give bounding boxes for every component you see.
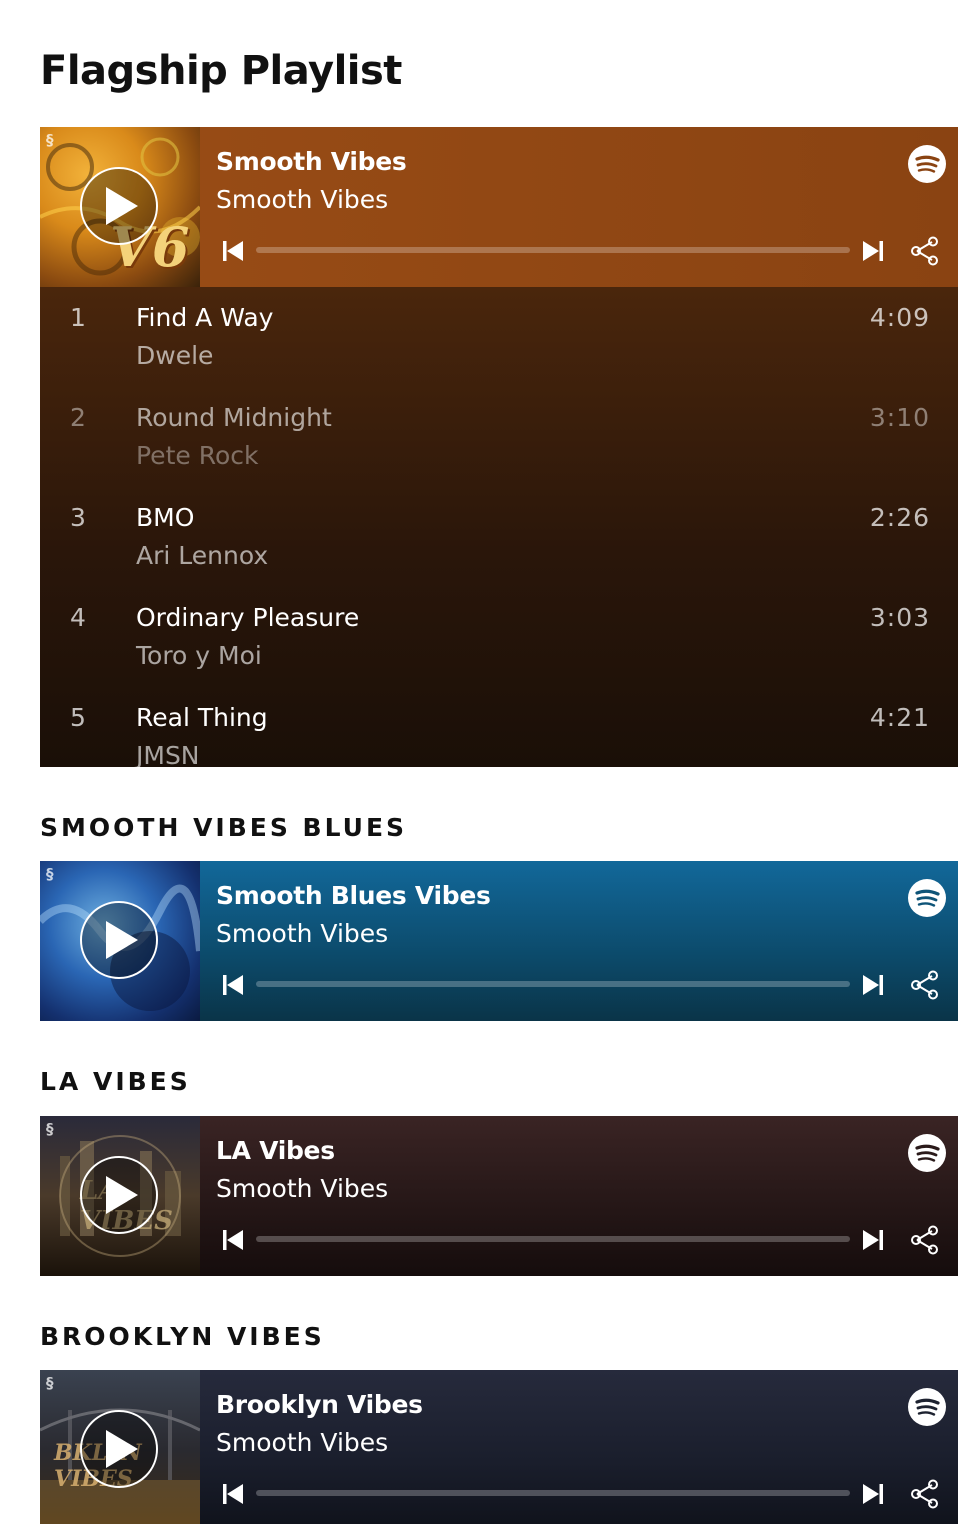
track-number: 1: [70, 303, 86, 332]
spotify-icon[interactable]: [908, 145, 946, 183]
track-artist: Dwele: [136, 341, 214, 370]
progress-bar[interactable]: [256, 1236, 850, 1242]
progress-bar[interactable]: [256, 247, 850, 253]
play-button[interactable]: [80, 1156, 158, 1234]
share-icon[interactable]: [908, 235, 940, 267]
section-heading: SMOOTH VIBES BLUES: [40, 813, 408, 842]
track-number: 4: [70, 603, 86, 632]
brooklyn-player: § BKLYN VIBES Brooklyn Vibes Smooth Vibe…: [40, 1370, 958, 1524]
spotify-icon[interactable]: [908, 1134, 946, 1172]
page-title: Flagship Playlist: [40, 48, 402, 94]
track-number: 3: [70, 503, 86, 532]
playlist-subtitle: Smooth Vibes: [216, 1174, 389, 1203]
track-number: 5: [70, 703, 86, 732]
track-name: BMO: [136, 503, 195, 532]
flagship-player: § V6 Smooth Vibes Smooth Vibes: [40, 127, 958, 287]
track-duration: 3:03: [869, 603, 930, 632]
skip-next-icon[interactable]: [860, 1481, 886, 1507]
progress-bar[interactable]: [256, 981, 850, 987]
playlist-subtitle: Smooth Vibes: [216, 1428, 389, 1457]
share-icon[interactable]: [908, 969, 940, 1001]
play-icon: [106, 1430, 138, 1468]
track-row[interactable]: 2 Round Midnight Pete Rock 3:10: [40, 387, 958, 487]
playlist-title: LA Vibes: [216, 1136, 335, 1165]
track-name: Real Thing: [136, 703, 268, 732]
playlist-title: Brooklyn Vibes: [216, 1390, 423, 1419]
track-artist: Toro y Moi: [136, 641, 262, 670]
share-icon[interactable]: [908, 1224, 940, 1256]
track-list: 1 Find A Way Dwele 4:09 2 Round Midnight…: [40, 287, 958, 767]
blues-player: § Smooth Blues Vibes Smooth Vibes: [40, 861, 958, 1021]
play-button[interactable]: [80, 1410, 158, 1488]
album-art: §: [40, 861, 200, 1021]
track-duration: 3:10: [869, 403, 930, 432]
play-icon: [106, 921, 138, 959]
playlist-subtitle: Smooth Vibes: [216, 919, 389, 948]
skip-next-icon[interactable]: [860, 972, 886, 998]
playlist-title: Smooth Vibes: [216, 147, 407, 176]
spotify-icon[interactable]: [908, 879, 946, 917]
play-button[interactable]: [80, 901, 158, 979]
skip-previous-icon[interactable]: [220, 238, 246, 264]
track-row[interactable]: 4 Ordinary Pleasure Toro y Moi 3:03: [40, 587, 958, 687]
section-heading: BROOKLYN VIBES: [40, 1322, 325, 1351]
skip-previous-icon[interactable]: [220, 1227, 246, 1253]
skip-next-icon[interactable]: [860, 238, 886, 264]
play-icon: [106, 1176, 138, 1214]
track-duration: 4:09: [869, 303, 930, 332]
track-name: Find A Way: [136, 303, 274, 332]
track-duration: 4:21: [869, 703, 930, 732]
la-player: § LA VIBES LA Vibes Smooth Vibes: [40, 1116, 958, 1276]
track-row[interactable]: 3 BMO Ari Lennox 2:26: [40, 487, 958, 587]
skip-previous-icon[interactable]: [220, 972, 246, 998]
track-row[interactable]: 1 Find A Way Dwele 4:09: [40, 287, 958, 387]
track-name: Round Midnight: [136, 403, 332, 432]
spotify-icon[interactable]: [908, 1388, 946, 1426]
album-art: § LA VIBES: [40, 1116, 200, 1276]
album-art: § V6: [40, 127, 200, 287]
play-icon: [106, 187, 138, 225]
smooth-vibes-logo-icon: §: [46, 1120, 54, 1138]
smooth-vibes-logo-icon: §: [46, 1374, 54, 1392]
skip-previous-icon[interactable]: [220, 1481, 246, 1507]
skip-next-icon[interactable]: [860, 1227, 886, 1253]
play-button[interactable]: [80, 167, 158, 245]
share-icon[interactable]: [908, 1478, 940, 1510]
smooth-vibes-logo-icon: §: [46, 131, 54, 149]
playlist-subtitle: Smooth Vibes: [216, 185, 389, 214]
smooth-vibes-logo-icon: §: [46, 865, 54, 883]
album-art: § BKLYN VIBES: [40, 1370, 200, 1524]
progress-bar[interactable]: [256, 1490, 850, 1496]
track-number: 2: [70, 403, 86, 432]
track-artist: Pete Rock: [136, 441, 259, 470]
track-duration: 2:26: [869, 503, 930, 532]
track-name: Ordinary Pleasure: [136, 603, 360, 632]
track-row[interactable]: 5 Real Thing JMSN 4:21: [40, 687, 958, 767]
playlist-title: Smooth Blues Vibes: [216, 881, 491, 910]
section-heading: LA VIBES: [40, 1067, 191, 1096]
track-artist: JMSN: [136, 741, 200, 767]
track-artist: Ari Lennox: [136, 541, 269, 570]
